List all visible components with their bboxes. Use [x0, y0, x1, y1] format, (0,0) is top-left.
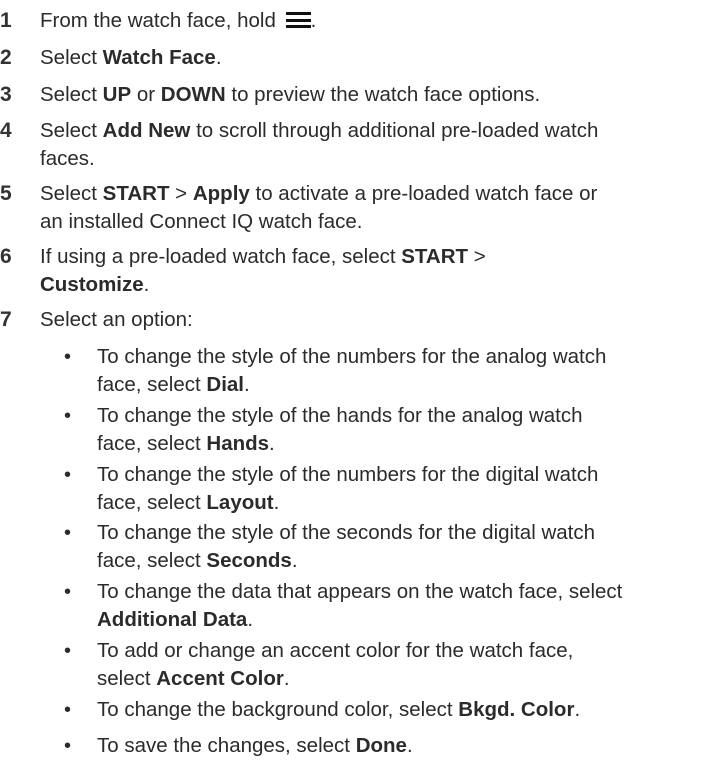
bold-term: Hands	[206, 432, 270, 456]
bullet-glyph: •	[64, 463, 72, 486]
step-text: Select an option:	[40, 306, 707, 334]
step-number: 1	[0, 9, 12, 33]
step-text-part: Select	[40, 118, 103, 142]
bullet-end: .	[406, 734, 413, 758]
bold-term: START	[401, 244, 469, 268]
bullet-text: To add or change an accent color for the…	[97, 637, 700, 693]
bullet-line: face, select	[97, 372, 207, 396]
bullet-glyph: •	[64, 345, 72, 368]
bullet-line: face, select	[97, 432, 207, 456]
step-text-part: .	[143, 272, 150, 296]
step-text-part: Select	[40, 82, 103, 106]
bullet-glyph: •	[64, 639, 72, 662]
step-text-part: >	[169, 181, 193, 205]
bullet-glyph: •	[64, 581, 72, 604]
bold-term: Add New	[102, 118, 191, 142]
bullet-end: .	[244, 372, 250, 396]
bold-term: Accent Color	[156, 666, 284, 690]
step-number: 4	[0, 118, 12, 142]
step-text-part: >	[468, 244, 486, 268]
bullet-text: To change the style of the seconds for t…	[97, 519, 700, 575]
bullet-line: To add or change an accent color for the…	[97, 638, 574, 662]
bullet-line: To save the changes, select	[97, 734, 356, 758]
step-number: 3	[0, 82, 12, 106]
step-text-part: faces.	[40, 146, 95, 170]
bullet-text: To change the style of the numbers for t…	[97, 461, 700, 517]
bullet-text: To change the data that appears on the w…	[97, 578, 700, 634]
step-text: Select Watch Face.	[40, 44, 707, 72]
step-text: If using a pre-loaded watch face, select…	[40, 243, 707, 299]
bullet-end: .	[283, 666, 290, 690]
step-number: 5	[0, 181, 12, 205]
step-text: Select UP or DOWN to preview the watch f…	[40, 81, 707, 109]
bullet-end: .	[291, 548, 298, 572]
step-text-part: .	[215, 46, 222, 70]
bullet-line: To change the data that appears on the w…	[97, 580, 623, 604]
bold-term: Seconds	[206, 548, 292, 572]
bullet-line: select	[97, 666, 157, 690]
step-text-part: an installed Connect IQ watch face.	[40, 209, 363, 233]
bullet-glyph: •	[64, 735, 72, 758]
step-text: Select START > Apply to activate a pre-l…	[40, 180, 707, 236]
bullet-text: To change the background color, select B…	[97, 696, 700, 724]
step-text-part: or	[131, 82, 161, 106]
bullet-end: .	[269, 432, 275, 456]
document-page: 1 From the watch face, hold . 2 Select W…	[0, 0, 715, 762]
menu-icon	[285, 12, 311, 29]
bold-term: Customize	[40, 272, 144, 296]
step-number: 6	[0, 244, 12, 268]
step-text-part: Select	[40, 181, 103, 205]
step-number: 2	[0, 46, 12, 70]
step-text-part: to scroll through additional pre-loaded …	[190, 118, 599, 142]
bold-term: Dial	[206, 372, 244, 396]
bullet-line: To change the style of the seconds for t…	[97, 520, 595, 544]
bullet-end: .	[273, 490, 280, 514]
step-number: 7	[0, 307, 12, 331]
bullet-text: To change the style of the hands for the…	[97, 402, 700, 458]
bullet-end: .	[247, 608, 254, 632]
bold-term: Watch Face	[102, 46, 216, 70]
bullet-text: To save the changes, select Done.	[97, 732, 700, 760]
bullet-text: To change the style of the numbers for t…	[97, 343, 700, 399]
bold-term: Layout	[206, 490, 274, 514]
step-text-part: to activate a pre-loaded watch face or	[249, 181, 598, 205]
bullet-line: To change the style of the numbers for t…	[97, 462, 599, 486]
bold-term: UP	[102, 82, 132, 106]
bold-term: DOWN	[160, 82, 226, 106]
step-text-part: If using a pre-loaded watch face, select	[40, 244, 402, 268]
step-text: Select Add New to scroll through additio…	[40, 117, 707, 173]
bullet-line: face, select	[97, 490, 207, 514]
step-text-part: From the watch face, hold	[40, 9, 282, 33]
bold-term: Bkgd. Color	[458, 697, 575, 721]
bullet-glyph: •	[64, 521, 72, 544]
bullet-glyph: •	[64, 698, 72, 721]
bullet-line: To change the style of the hands for the…	[97, 404, 583, 428]
step-text-part: to preview the watch face options.	[225, 82, 541, 106]
bold-term: Apply	[192, 181, 250, 205]
step-text-part: Select	[40, 46, 103, 70]
bullet-line: To change the background color, select	[97, 697, 459, 721]
bullet-end: .	[574, 697, 581, 721]
bullet-line: face, select	[97, 548, 207, 572]
step-text-part: .	[310, 9, 317, 33]
step-text-part: Select an option:	[40, 307, 193, 331]
bold-term: Done	[355, 734, 407, 758]
bullet-glyph: •	[64, 405, 72, 428]
bold-term: START	[102, 181, 170, 205]
bullet-line: To change the style of the numbers for t…	[97, 344, 607, 368]
bold-term: Additional Data	[97, 608, 248, 632]
step-text: From the watch face, hold .	[40, 7, 707, 35]
